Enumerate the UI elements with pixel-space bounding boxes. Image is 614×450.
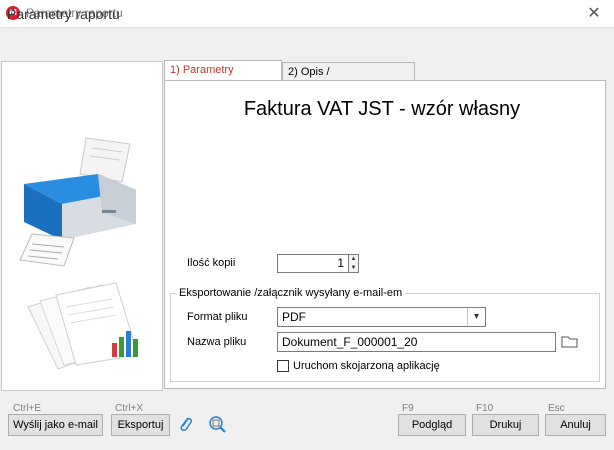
email-shortcut: Ctrl+E (13, 403, 42, 414)
format-label: Format pliku (187, 311, 248, 323)
paperclip-icon[interactable] (178, 415, 194, 433)
tab-print-parameters[interactable]: 1) Parametry wydruku (164, 60, 282, 94)
copies-spinner[interactable]: ▲ ▼ (349, 254, 359, 273)
search-document-icon[interactable] (208, 415, 228, 433)
spin-down-icon[interactable]: ▼ (349, 264, 358, 273)
documents-chart-illustration (27, 282, 139, 370)
filename-input[interactable]: Dokument_F_000001_20 (277, 332, 556, 352)
cancel-button[interactable]: Anuluj (545, 414, 606, 436)
tab-description-advanced[interactable]: 2) Opis / Zaawansowane (282, 62, 415, 96)
export-group-legend: Eksportowanie /załącznik wysyłany e-mail… (176, 287, 406, 299)
preview-button[interactable]: Podgląd (398, 414, 466, 436)
export-shortcut: Ctrl+X (115, 403, 144, 414)
open-app-checkbox[interactable] (277, 360, 289, 372)
preview-shortcut: F9 (402, 403, 414, 414)
copies-input[interactable]: 1 (277, 254, 349, 273)
chevron-down-icon[interactable]: ▾ (467, 308, 485, 326)
illustration-panel (1, 61, 163, 391)
dialog-header (0, 27, 614, 59)
filename-label: Nazwa pliku (187, 336, 247, 348)
spin-up-icon[interactable]: ▲ (349, 255, 358, 264)
cancel-shortcut: Esc (548, 403, 565, 414)
close-icon[interactable]: ✕ (582, 3, 606, 23)
format-select[interactable]: PDF ▾ (277, 307, 486, 327)
send-email-button[interactable]: Wyślij jako e-mail (8, 414, 103, 436)
export-button[interactable]: Eksportuj (111, 414, 170, 436)
copies-label: Ilość kopii (187, 257, 236, 269)
folder-icon[interactable] (561, 334, 579, 349)
report-title: Faktura VAT JST - wzór własny (243, 98, 521, 120)
dialog-title: Parametry raportu (7, 6, 120, 22)
print-shortcut: F10 (476, 403, 494, 414)
open-app-label[interactable]: Uruchom skojarzoną aplikację (293, 360, 440, 372)
print-button[interactable]: Drukuj (472, 414, 539, 436)
format-value: PDF (282, 310, 306, 324)
